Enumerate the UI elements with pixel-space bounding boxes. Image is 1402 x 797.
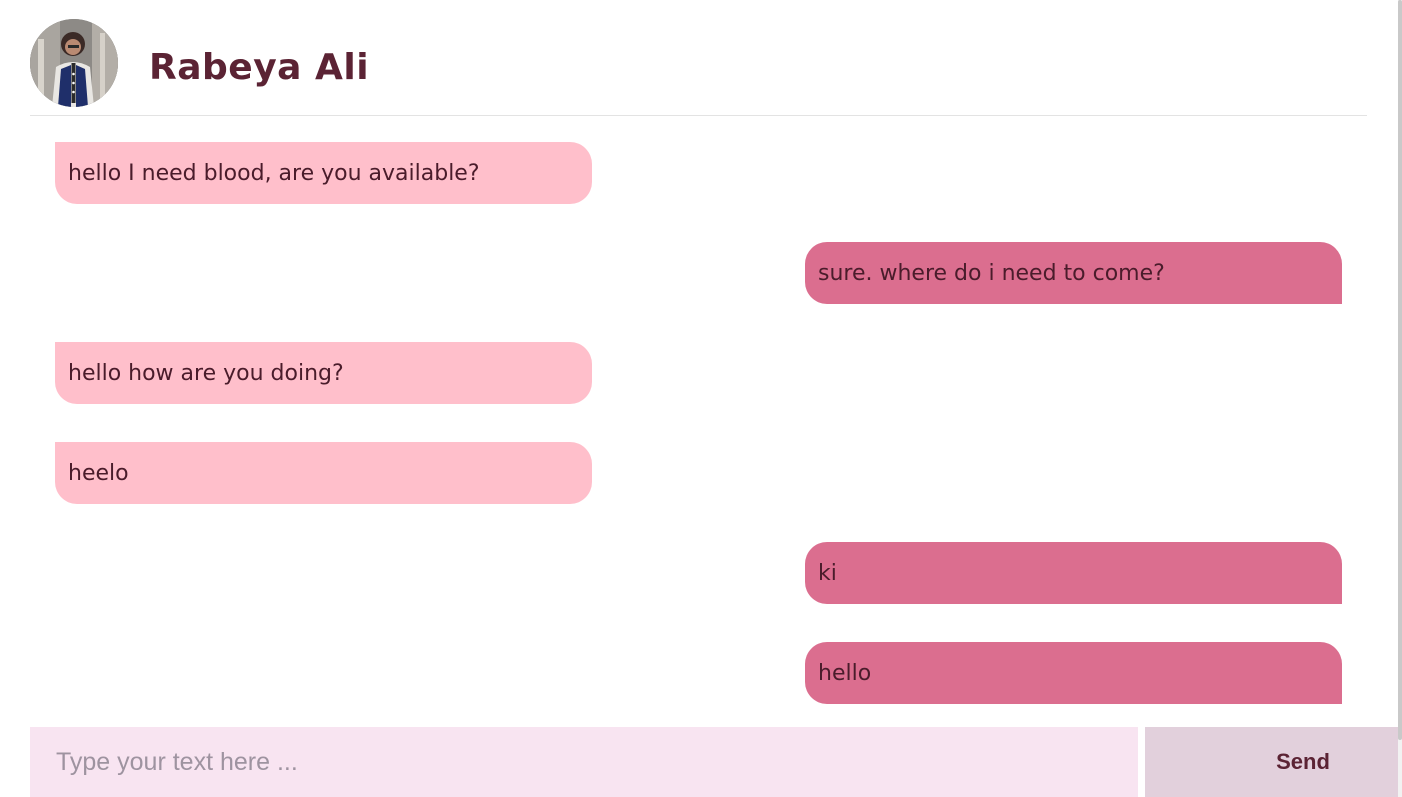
sent-message-bubble: hello [805,642,1342,704]
contact-name: Rabeya Ali [149,47,370,88]
received-message-bubble: hello I need blood, are you available? [55,142,592,204]
scrollbar-thumb[interactable] [1398,0,1402,740]
message-row: heelo [55,442,1342,504]
message-row: hello I need blood, are you available? [55,142,1342,204]
chat-header: Rabeya Ali [30,0,1367,116]
send-button[interactable]: Send [1145,727,1398,797]
message-input[interactable] [30,727,1138,797]
message-row: sure. where do i need to come? [55,242,1342,304]
message-row: ki [55,542,1342,604]
message-row: hello how are you doing? [55,342,1342,404]
profile-photo-icon [30,19,118,107]
message-row: hello [55,642,1342,704]
sent-message-bubble: ki [805,542,1342,604]
message-composer: Send [30,727,1398,797]
received-message-bubble: hello how are you doing? [55,342,592,404]
sent-message-bubble: sure. where do i need to come? [805,242,1342,304]
chat-window: Rabeya Ali hello I need blood, are you a… [0,0,1402,797]
avatar[interactable] [30,19,118,107]
scrollbar[interactable] [1398,0,1402,797]
received-message-bubble: heelo [55,442,592,504]
